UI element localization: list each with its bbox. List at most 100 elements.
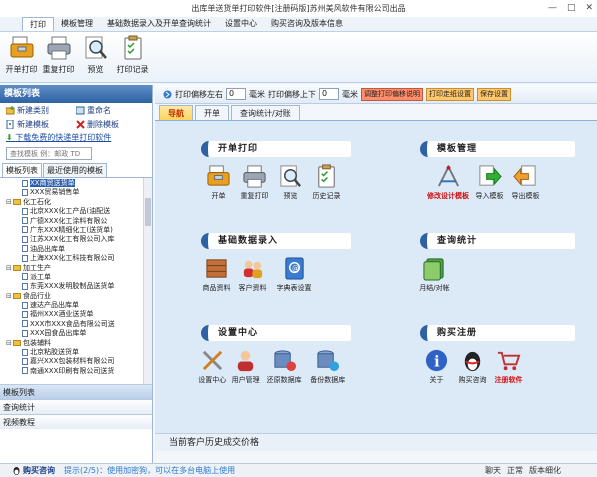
tree-template-item[interactable]: 北京XXX化工产品(油配送	[0, 207, 152, 216]
nav-edit-template-button[interactable]: 修改设计模板	[426, 164, 470, 201]
nav-dictionary-button[interactable]: @ 字典表设置	[272, 256, 316, 293]
tree-template-item[interactable]: 东莞XXX发明胶制品送货单	[0, 282, 152, 291]
offset-ud-input[interactable]: 0	[319, 88, 339, 100]
nav-reprint-label: 重复打印	[240, 192, 269, 200]
new-category-button[interactable]: 新建类别	[6, 105, 76, 116]
tree-template-item[interactable]: 嘉兴XXX包装材料有限公司	[0, 357, 152, 366]
nav-monthly-reconcile-button[interactable]: 月结/对帐	[418, 256, 451, 293]
tree-template-item[interactable]: XXX市XXX食品有限公司送	[0, 320, 152, 329]
tab-template-manage[interactable]: 模板管理	[54, 17, 100, 31]
template-search-input[interactable]	[6, 147, 92, 160]
tree-folder[interactable]: ⊟ 化工石化	[0, 198, 152, 207]
nav-preview-button[interactable]: 预览	[274, 164, 307, 201]
tab-query-reconcile[interactable]: 查询统计/对账	[231, 105, 300, 120]
history-price-bar[interactable]: 当前客户历史成交价格	[155, 433, 597, 451]
nav-products-button[interactable]: 商品资料	[200, 256, 233, 293]
nav-reprint-button[interactable]: 重复打印	[238, 164, 271, 201]
offset-arrow-icon	[163, 90, 172, 98]
window-title: 出库单送货单打印软件[注册码版]苏州美风软件有限公司出品	[191, 4, 406, 13]
rename-button[interactable]: 重命名	[76, 105, 146, 116]
new-template-button[interactable]: 新建模板	[6, 119, 76, 130]
tree-toggle-icon[interactable]: ⊟	[6, 198, 13, 207]
tree-template-item[interactable]: 江苏XXX化工有限公司入库	[0, 235, 152, 244]
ribbon-print-log-button[interactable]: 打印记录	[114, 35, 151, 82]
tree-template-item[interactable]: 速达产品出库单	[0, 301, 152, 310]
download-express-software-link[interactable]: ⬇ 下载免费的快递单打印软件	[0, 131, 152, 145]
ribbon-preview-button[interactable]: 预览	[77, 35, 114, 82]
tree-template-item[interactable]: 派工单	[0, 273, 152, 282]
tree-template-item[interactable]: 上海XXX化工科技有限公司	[0, 254, 152, 263]
section-video-tutorial[interactable]: 视频教程	[0, 414, 152, 429]
maximize-button[interactable]: □	[567, 0, 576, 17]
nav-open-order-label: 开单	[211, 192, 226, 200]
save-settings-button[interactable]: 保存设置	[477, 87, 511, 101]
tree-template-item[interactable]: 南通XXX印刷有限公司送货	[0, 367, 152, 376]
tree-toggle-icon[interactable]: ⊟	[6, 339, 13, 348]
status-bar: 购买咨询 提示(2/5)：使用加密狗，可以在多台电脑上使用 聊天 正常 版本细化	[0, 463, 597, 477]
close-button[interactable]: ✕	[585, 0, 593, 17]
nav-import-template-button[interactable]: 导入模板	[473, 164, 506, 201]
status-buy-consult[interactable]: 购买咨询	[0, 465, 64, 476]
ribbon-open-print-button[interactable]: 开单打印	[3, 35, 40, 82]
nav-backup-db-button[interactable]: 备份数据库	[307, 348, 348, 385]
nav-customers-button[interactable]: 客户资料	[236, 256, 269, 293]
section-template-list[interactable]: 模板列表	[0, 384, 152, 399]
document-icon	[22, 357, 28, 365]
document-icon	[22, 320, 28, 328]
tab-create-order[interactable]: 开单	[195, 105, 229, 120]
nav-history-button[interactable]: 历史记录	[310, 164, 343, 201]
tab-navigation[interactable]: 导航	[159, 105, 193, 120]
tree-folder[interactable]: ⊟ 加工生产	[0, 264, 152, 273]
document-icon	[22, 367, 28, 375]
tab-recent-templates[interactable]: 最近使用的模板	[43, 163, 107, 177]
tree-node-label: XXX市XXX食品有限公司送	[30, 319, 115, 328]
clipboard-icon	[318, 164, 335, 188]
delete-template-button[interactable]: 删除模板	[76, 119, 146, 130]
nav-open-order-button[interactable]: 开单	[202, 164, 235, 201]
tab-settings[interactable]: 设置中心	[218, 17, 264, 31]
tree-template-item[interactable]: 广东XXX精细化工(送货单)	[0, 226, 152, 235]
tree-template-item[interactable]: XXX贸易销售单	[0, 188, 152, 197]
document-icon	[22, 235, 28, 243]
tree-template-item[interactable]: XX商贸送货单	[0, 179, 152, 188]
document-icon	[22, 179, 28, 187]
ribbon-toolbar: 开单打印 重复打印 预览 打印记录	[0, 32, 597, 83]
tree-template-item[interactable]: 福州XXX酒业送货单	[0, 310, 152, 319]
minimize-button[interactable]: —	[548, 0, 557, 17]
nav-settings-center-button[interactable]: 设置中心	[197, 348, 227, 385]
nav-restore-db-button[interactable]: 还原数据库	[264, 348, 305, 385]
nav-export-template-button[interactable]: 导出模板	[509, 164, 542, 201]
nav-about-label: 关于	[429, 376, 444, 384]
tree-template-item[interactable]: XXX园食品出库单	[0, 329, 152, 338]
tree-toggle-icon[interactable]: ⊟	[6, 264, 13, 273]
tab-basic-data[interactable]: 基础数据录入及开单查询统计	[100, 17, 218, 31]
nav-restore-db-label: 还原数据库	[266, 376, 302, 384]
tree-template-item[interactable]: 油品出库单	[0, 245, 152, 254]
tree-scrollbar-thumb[interactable]	[145, 198, 151, 226]
folder-icon	[13, 339, 21, 346]
nav-purchase-consult-button[interactable]: 购买咨询	[456, 348, 489, 385]
offset-lr-input[interactable]: 0	[226, 88, 246, 100]
section-basic-data-tiles: 商品资料 客户资料 @ 字典表设置	[200, 256, 351, 293]
nav-about-button[interactable]: i 关于	[420, 348, 453, 385]
nav-register-label: 注册软件	[494, 376, 523, 384]
tree-folder[interactable]: ⊟ 包装辅料	[0, 339, 152, 348]
nav-user-manage-label: 用户管理	[231, 376, 260, 384]
nav-backup-db-label: 备份数据库	[310, 376, 346, 384]
tab-template-list[interactable]: 模板列表	[2, 163, 42, 177]
tab-print[interactable]: 打印	[22, 17, 54, 31]
tree-template-item[interactable]: 广德XXX化工涂料有限公	[0, 217, 152, 226]
tree-template-item[interactable]: 北京粘胶送货单	[0, 348, 152, 357]
ribbon-reprint-button[interactable]: 重复打印	[40, 35, 77, 82]
paper-feed-settings-button[interactable]: 打印走纸设置	[426, 87, 474, 101]
section-query-stats[interactable]: 查询统计	[0, 399, 152, 414]
document-icon	[22, 348, 28, 356]
offset-help-button[interactable]: 调整打印偏移说明	[361, 87, 423, 101]
folder-icon	[13, 292, 21, 299]
tree-scrollbar[interactable]	[143, 178, 152, 384]
nav-register-button[interactable]: 注册软件	[492, 348, 525, 385]
tree-toggle-icon[interactable]: ⊟	[6, 292, 13, 301]
tree-folder[interactable]: ⊟ 食品行业	[0, 292, 152, 301]
tab-purchase-info[interactable]: 购买咨询及版本信息	[264, 17, 350, 31]
nav-user-manage-button[interactable]: 用户管理	[230, 348, 260, 385]
